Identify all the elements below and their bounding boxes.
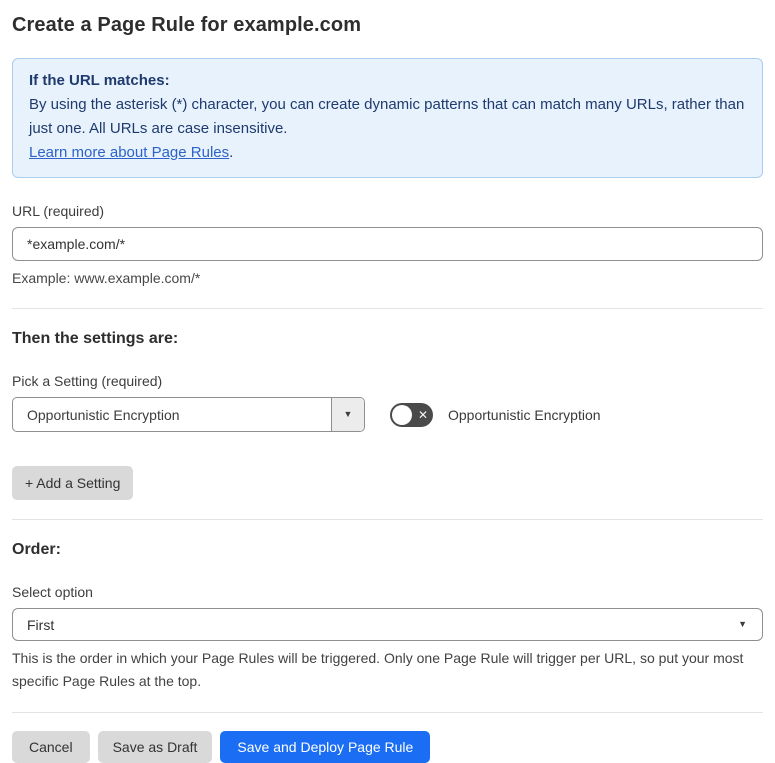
setting-dropdown-button[interactable]: ▼ xyxy=(331,398,364,431)
toggle-label: Opportunistic Encryption xyxy=(448,406,601,423)
order-select[interactable]: First ▼ xyxy=(12,608,763,641)
url-field-label: URL (required) xyxy=(12,203,105,219)
cancel-button[interactable]: Cancel xyxy=(12,731,90,763)
select-option-label: Select option xyxy=(12,584,93,600)
opportunistic-encryption-toggle[interactable]: ✕ xyxy=(390,402,433,427)
info-box-heading: If the URL matches: xyxy=(29,72,170,89)
add-setting-button[interactable]: + Add a Setting xyxy=(12,466,134,500)
learn-more-link[interactable]: Learn more about Page Rules xyxy=(29,144,229,161)
setting-dropdown[interactable]: Opportunistic Encryption ▼ xyxy=(12,397,365,432)
settings-section-heading: Then the settings are: xyxy=(12,330,179,347)
order-select-value: First xyxy=(27,616,55,633)
setting-dropdown-value: Opportunistic Encryption xyxy=(27,406,180,423)
dropdown-arrow-icon: ▼ xyxy=(343,409,353,419)
page-title: Create a Page Rule for example.com xyxy=(12,14,362,36)
url-matches-info-box: If the URL matches: By using the asteris… xyxy=(12,58,763,178)
page-rule-form: Create a Page Rule for example.com If th… xyxy=(0,0,775,763)
divider xyxy=(12,712,763,713)
url-example-helper: Example: www.example.com/* xyxy=(12,270,201,286)
pick-setting-label: Pick a Setting (required) xyxy=(12,373,163,389)
order-section-heading: Order: xyxy=(12,541,61,558)
order-helper-text: This is the order in which your Page Rul… xyxy=(12,650,744,689)
link-period: . xyxy=(229,144,234,161)
divider xyxy=(12,308,763,309)
toggle-knob xyxy=(392,404,412,425)
info-box-body: By using the asterisk (*) character, you… xyxy=(29,96,745,137)
select-chevron-icon: ▼ xyxy=(738,619,747,629)
setting-row: Opportunistic Encryption ▼ ✕ Opportunist… xyxy=(12,397,763,432)
footer-buttons: Cancel Save as Draft Save and Deploy Pag… xyxy=(12,731,763,763)
info-box-link-line: Learn more about Page Rules. xyxy=(29,141,746,165)
save-as-draft-button[interactable]: Save as Draft xyxy=(97,731,213,763)
divider xyxy=(12,519,763,520)
toggle-x-icon: ✕ xyxy=(417,407,428,422)
save-and-deploy-button[interactable]: Save and Deploy Page Rule xyxy=(220,731,431,763)
url-input[interactable] xyxy=(12,227,763,261)
